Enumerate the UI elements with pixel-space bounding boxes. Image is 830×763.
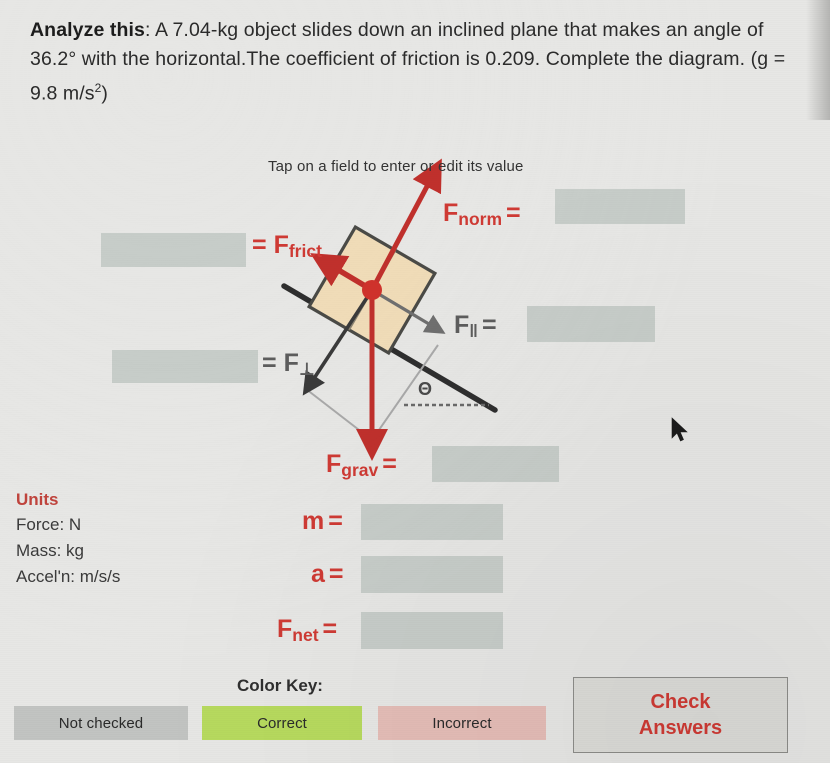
gravity-symbol: g: [757, 48, 769, 70]
physics-worksheet-screen: Analyze this: A 7.04-kg object slides do…: [0, 0, 830, 763]
problem-friction-coefficient: 0.209: [485, 48, 535, 70]
component-construction-line-a: [305, 388, 373, 441]
f-perpendicular-equals: =: [262, 349, 277, 377]
right-edge-shadow: [806, 0, 830, 120]
problem-text-part2: with the horizontal.The coefficient of f…: [76, 48, 486, 70]
mass-label: m =: [302, 507, 343, 536]
f-grav-base: F: [326, 450, 342, 478]
f-grav-equals: =: [382, 450, 397, 478]
units-row-acceleration: Accel'n: m/s/s: [16, 567, 121, 586]
units-row-force: Force: N: [16, 515, 82, 534]
f-friction-subscript: frict: [288, 240, 322, 261]
f-net-equals: =: [322, 615, 338, 643]
f-parallel-label: F‖ =: [454, 311, 497, 341]
block-on-incline: [306, 224, 438, 356]
f-norm-label: Fnorm =: [443, 199, 521, 229]
incline-surface-line: [281, 283, 498, 413]
f-friction-base: F: [273, 231, 289, 259]
f-parallel-subscript: ‖: [469, 320, 478, 341]
f-grav-input-field[interactable]: [432, 446, 559, 482]
acceleration-input-field[interactable]: [361, 556, 503, 593]
check-answers-line2: Answers: [638, 717, 723, 739]
mass-equals: =: [328, 507, 343, 535]
color-key-swatch-correct: Correct: [202, 706, 362, 740]
f-parallel-input-field[interactable]: [527, 306, 655, 342]
f-perpendicular-label: = F⊥: [262, 349, 315, 379]
f-perpendicular-input-field[interactable]: [112, 350, 258, 383]
color-key-swatch-incorrect: Incorrect: [378, 706, 546, 740]
f-friction-input-field[interactable]: [101, 233, 246, 267]
f-norm-vector: [369, 158, 442, 292]
units-heading: Units: [16, 490, 59, 509]
problem-statement: Analyze this: A 7.04-kg object slides do…: [30, 16, 805, 109]
color-key-title: Color Key:: [237, 676, 323, 695]
force-origin-dot: [362, 280, 382, 300]
f-friction-equals: =: [252, 231, 267, 259]
f-norm-input-field[interactable]: [555, 189, 685, 224]
mass-base: m: [302, 507, 325, 535]
f-net-subscript: net: [292, 624, 319, 645]
f-grav-label: Fgrav =: [326, 450, 397, 480]
f-norm-base: F: [443, 199, 459, 227]
f-perpendicular-base: F: [283, 349, 299, 377]
f-friction-label: = Ffrict: [252, 231, 322, 261]
tap-instruction: Tap on a field to enter or edit its valu…: [268, 158, 524, 175]
f-friction-vector: [310, 253, 374, 293]
color-key-swatch-not-checked: Not checked: [14, 706, 188, 740]
problem-text-part1: : A 7.04-kg object slides down an inclin…: [144, 19, 764, 41]
problem-text-part3: . Complete the diagram. (: [534, 48, 758, 70]
f-norm-equals: =: [506, 199, 521, 227]
mouse-pointer-icon: [671, 417, 688, 442]
acceleration-label: a =: [311, 560, 344, 589]
problem-prefix: Analyze this: [30, 19, 145, 41]
f-net-label: Fnet =: [277, 615, 338, 645]
f-parallel-vector: [371, 288, 446, 334]
f-perpendicular-vector: [302, 289, 374, 396]
check-answers-line1: Check: [650, 691, 711, 713]
f-net-input-field[interactable]: [361, 612, 503, 649]
f-perpendicular-subscript: ⊥: [298, 358, 315, 379]
f-net-base: F: [277, 615, 293, 643]
f-norm-subscript: norm: [458, 208, 503, 229]
units-row-mass: Mass: kg: [16, 541, 85, 560]
f-grav-subscript: grav: [341, 459, 379, 480]
acceleration-base: a: [311, 560, 325, 588]
acceleration-equals: =: [328, 560, 344, 588]
f-parallel-base: F: [454, 311, 470, 339]
problem-angle: 36.2°: [30, 48, 77, 70]
angle-theta-label: Θ: [418, 379, 433, 399]
mass-input-field[interactable]: [361, 504, 503, 540]
units-legend: Units Force: N Mass: kg Accel'n: m/s/s: [16, 487, 120, 590]
f-parallel-equals: =: [482, 311, 497, 339]
check-answers-button[interactable]: Check Answers: [573, 677, 788, 753]
problem-text-part4: ): [101, 82, 109, 105]
